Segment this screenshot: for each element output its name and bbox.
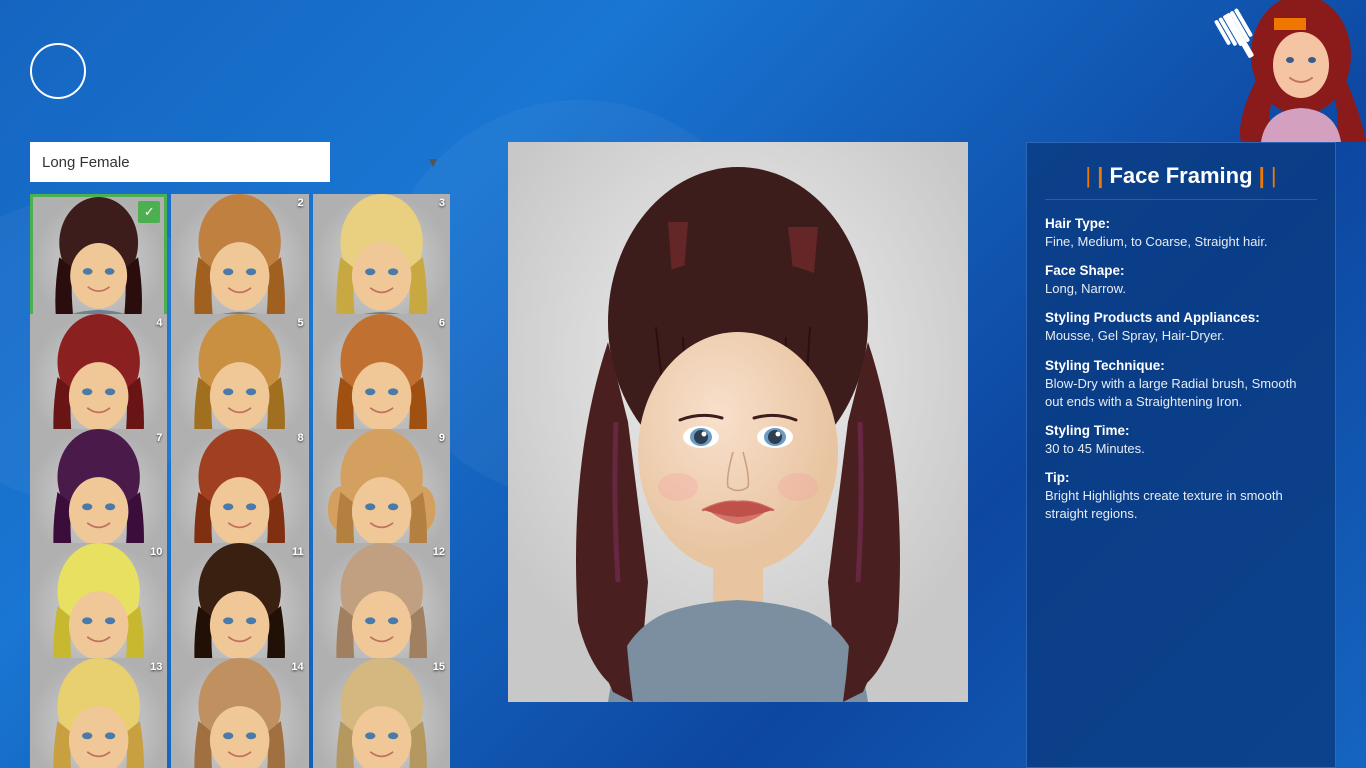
preview-image xyxy=(508,142,968,702)
style-item[interactable]: ✓ xyxy=(30,194,167,331)
style-item[interactable]: 14 xyxy=(171,658,308,768)
info-section: Styling Technique: Blow-Dry with a large… xyxy=(1045,358,1317,411)
info-section-value: Fine, Medium, to Coarse, Straight hair. xyxy=(1045,233,1317,251)
info-section-value: Mousse, Gel Spray, Hair-Dryer. xyxy=(1045,327,1317,345)
style-item[interactable]: 3 xyxy=(313,194,450,331)
category-select[interactable]: Long FemaleShort FemaleMedium FemaleLong… xyxy=(30,142,330,182)
info-title: | Face Framing | xyxy=(1045,163,1317,200)
item-number: 3 xyxy=(439,197,445,209)
info-section: Hair Type: Fine, Medium, to Coarse, Stra… xyxy=(1045,216,1317,251)
info-section-label: Face Shape: xyxy=(1045,263,1317,278)
info-section: Face Shape: Long, Narrow. xyxy=(1045,263,1317,298)
item-number: 10 xyxy=(150,546,162,558)
brand-banner xyxy=(1274,18,1306,30)
info-section-value: Long, Narrow. xyxy=(1045,280,1317,298)
item-number: 5 xyxy=(298,317,304,329)
item-number: 13 xyxy=(150,661,162,673)
back-button[interactable] xyxy=(30,43,86,99)
item-number: 12 xyxy=(433,546,445,558)
preview-svg xyxy=(508,142,968,702)
info-section-label: Styling Technique: xyxy=(1045,358,1317,373)
info-section-label: Tip: xyxy=(1045,470,1317,485)
item-number: 4 xyxy=(156,317,162,329)
info-section-label: Hair Type: xyxy=(1045,216,1317,231)
style-item[interactable]: 15 xyxy=(313,658,450,768)
selected-badge: ✓ xyxy=(138,201,160,223)
item-number: 14 xyxy=(291,661,303,673)
info-section-label: Styling Products and Appliances: xyxy=(1045,310,1317,325)
info-section: Styling Products and Appliances: Mousse,… xyxy=(1045,310,1317,345)
info-section-value: Bright Highlights create texture in smoo… xyxy=(1045,487,1317,523)
left-panel: Long FemaleShort FemaleMedium FemaleLong… xyxy=(30,142,450,768)
style-item[interactable]: 13 xyxy=(30,658,167,768)
style-grid: ✓ xyxy=(30,194,450,768)
preview-frame xyxy=(508,142,968,702)
info-panel: | Face Framing | Hair Type: Fine, Medium… xyxy=(1026,142,1336,768)
item-number: 7 xyxy=(156,432,162,444)
info-section-value: Blow-Dry with a large Radial brush, Smoo… xyxy=(1045,375,1317,411)
item-number: 2 xyxy=(298,197,304,209)
info-section: Tip: Bright Highlights create texture in… xyxy=(1045,470,1317,523)
style-item[interactable]: 2 xyxy=(171,194,308,331)
info-section-label: Styling Time: xyxy=(1045,423,1317,438)
item-number: 15 xyxy=(433,661,445,673)
item-number: 6 xyxy=(439,317,445,329)
item-number: 8 xyxy=(298,432,304,444)
item-number: 9 xyxy=(439,432,445,444)
header xyxy=(0,0,1366,142)
chevron-down-icon: ▼ xyxy=(426,154,440,170)
info-section: Styling Time: 30 to 45 Minutes. xyxy=(1045,423,1317,458)
item-number: 11 xyxy=(292,546,304,558)
info-section-value: 30 to 45 Minutes. xyxy=(1045,440,1317,458)
category-dropdown[interactable]: Long FemaleShort FemaleMedium FemaleLong… xyxy=(30,142,450,182)
brand-area xyxy=(1056,0,1366,142)
main-content: Long FemaleShort FemaleMedium FemaleLong… xyxy=(0,142,1366,768)
center-panel xyxy=(466,142,1010,768)
